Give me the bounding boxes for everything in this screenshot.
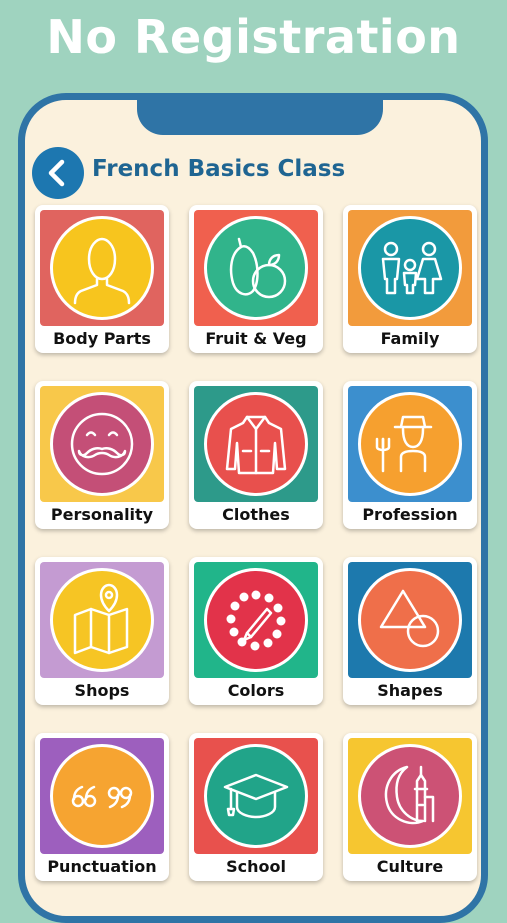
icon-circle — [50, 392, 154, 496]
crescent-tower-icon — [384, 765, 435, 825]
tile-background — [348, 386, 472, 502]
phone-frame: French Basics Class Body Parts Fruit & V… — [18, 93, 488, 923]
page-title: French Basics Class — [92, 156, 346, 182]
palette-icon — [226, 590, 286, 651]
card-label: Punctuation — [47, 857, 157, 876]
icon-circle — [50, 216, 154, 320]
tile-background — [40, 386, 164, 502]
tile-background — [194, 386, 318, 502]
card-label: Shops — [74, 681, 130, 700]
family-icon — [381, 241, 443, 295]
icon-circle — [358, 216, 462, 320]
icon-circle — [204, 744, 308, 848]
tile-background — [40, 738, 164, 854]
category-card-fruit-veg[interactable]: Fruit & Veg — [189, 205, 323, 353]
tile-background — [348, 210, 472, 326]
icon-circle — [50, 568, 154, 672]
mustache-face-icon — [70, 412, 134, 476]
tile-background — [348, 562, 472, 678]
icon-circle — [204, 568, 308, 672]
category-card-family[interactable]: Family — [343, 205, 477, 353]
category-card-personality[interactable]: Personality — [35, 381, 169, 529]
category-card-body-parts[interactable]: Body Parts — [35, 205, 169, 353]
tile-background — [194, 562, 318, 678]
category-card-shops[interactable]: Shops — [35, 557, 169, 705]
icon-circle — [204, 392, 308, 496]
card-label: School — [226, 857, 286, 876]
card-label: Colors — [227, 681, 285, 700]
farmer-icon — [375, 415, 433, 473]
person-icon — [73, 237, 131, 305]
tile-background — [348, 738, 472, 854]
category-card-school[interactable]: School — [189, 733, 323, 881]
headline: No Registration — [46, 10, 461, 64]
jacket-icon — [225, 415, 287, 475]
tile-background — [194, 210, 318, 326]
category-card-punctuation[interactable]: Punctuation — [35, 733, 169, 881]
tile-background — [40, 210, 164, 326]
category-card-colors[interactable]: Colors — [189, 557, 323, 705]
map-pin-icon — [73, 583, 129, 655]
card-label: Clothes — [222, 505, 290, 524]
fruit-icon — [229, 237, 287, 299]
card-label: Fruit & Veg — [205, 329, 307, 348]
card-label: Personality — [50, 505, 154, 524]
quote-marks-icon — [71, 785, 133, 809]
icon-circle — [358, 744, 462, 848]
category-card-culture[interactable]: Culture — [343, 733, 477, 881]
icon-circle — [358, 568, 462, 672]
icon-circle — [204, 216, 308, 320]
category-card-profession[interactable]: Profession — [343, 381, 477, 529]
card-label: Family — [380, 329, 440, 348]
card-label: Body Parts — [53, 329, 151, 348]
card-label: Culture — [376, 857, 444, 876]
graduation-cap-icon — [223, 773, 289, 819]
category-card-clothes[interactable]: Clothes — [189, 381, 323, 529]
chevron-left-icon — [48, 159, 65, 187]
category-card-shapes[interactable]: Shapes — [343, 557, 477, 705]
tile-background — [194, 738, 318, 854]
card-label: Shapes — [377, 681, 443, 700]
card-label: Profession — [362, 505, 458, 524]
tile-background — [40, 562, 164, 678]
icon-circle — [50, 744, 154, 848]
icon-circle — [358, 392, 462, 496]
shapes-icon — [379, 589, 440, 648]
phone-notch — [137, 100, 383, 135]
back-button[interactable] — [32, 147, 84, 199]
